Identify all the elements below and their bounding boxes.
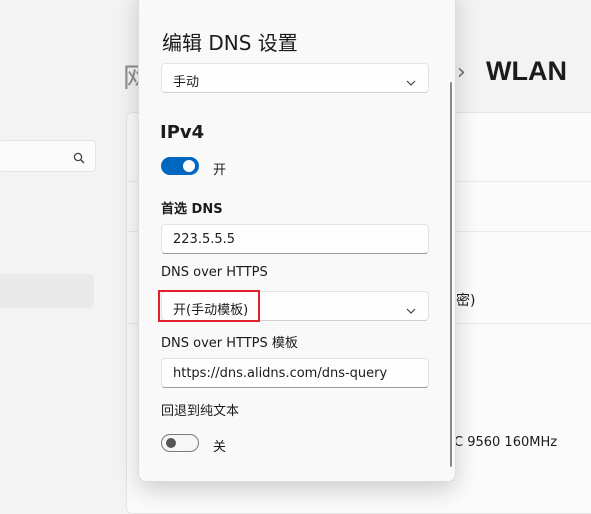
preferred-dns-input[interactable]: 223.5.5.5 (161, 224, 429, 254)
ipv4-heading: IPv4 (160, 122, 205, 143)
fallback-toggle-state: 关 (213, 440, 227, 455)
preferred-dns-value: 223.5.5.5 (173, 232, 236, 247)
dialog-scrollbar[interactable] (450, 82, 452, 467)
ipv4-toggle-state: 开 (213, 163, 227, 178)
preferred-dns-label: 首选 DNS (161, 202, 223, 217)
dns-mode-value: 手动 (173, 75, 200, 90)
fallback-plaintext-label: 回退到纯文本 (161, 404, 240, 419)
breadcrumb-current: WLAN (486, 56, 567, 86)
chevron-down-icon (406, 73, 416, 92)
doh-template-value: https://dns.alidns.com/dns-query (173, 366, 388, 381)
doh-highlight-box (158, 290, 260, 322)
adapter-description-value: C 9560 160MHz (454, 435, 558, 450)
fallback-plaintext-toggle[interactable] (161, 434, 199, 452)
ipv4-toggle[interactable] (161, 157, 199, 175)
encryption-type-value: 密) (456, 293, 476, 309)
doh-label: DNS over HTTPS (161, 265, 268, 280)
doh-template-input[interactable]: https://dns.alidns.com/dns-query (161, 358, 429, 388)
breadcrumb-separator: › (457, 60, 466, 85)
search-icon[interactable] (73, 149, 85, 168)
chevron-down-icon (406, 301, 416, 320)
sidebar-item-selected[interactable] (0, 274, 94, 308)
settings-search-box[interactable] (0, 140, 96, 172)
doh-template-label: DNS over HTTPS 模板 (161, 336, 298, 351)
dns-mode-select[interactable]: 手动 (161, 63, 429, 93)
dialog-title: 编辑 DNS 设置 (162, 31, 298, 55)
